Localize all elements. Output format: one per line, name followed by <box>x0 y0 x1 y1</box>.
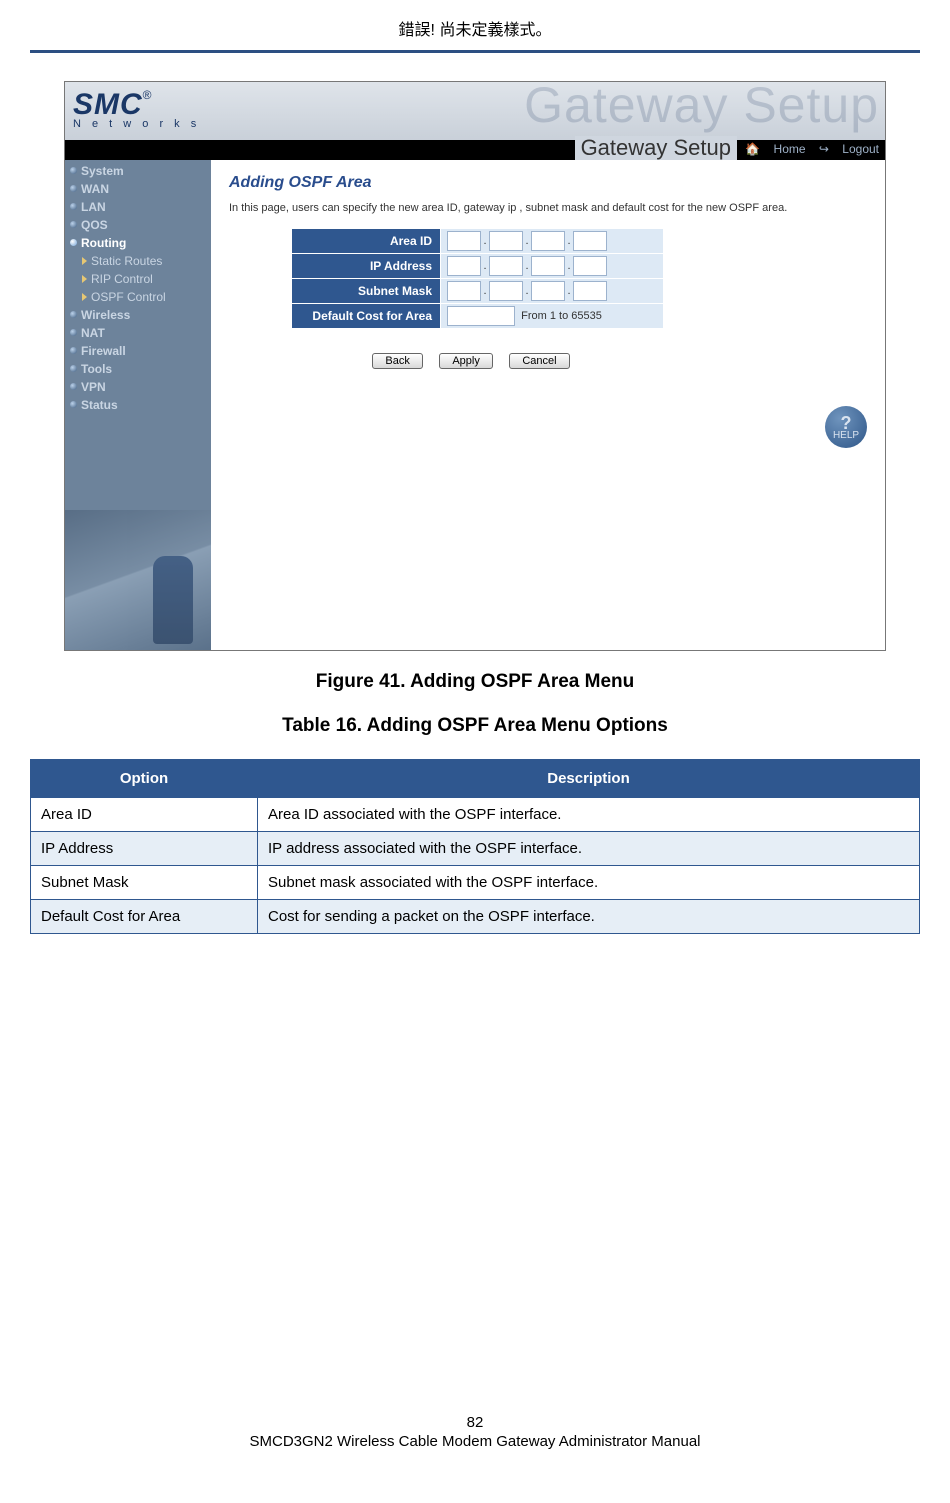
cost-hint-text: From 1 to 65535 <box>521 310 602 322</box>
table-row: Area ID Area ID associated with the OSPF… <box>31 798 920 832</box>
opt-cell: Default Cost for Area <box>31 900 258 934</box>
cancel-button[interactable]: Cancel <box>509 353 569 369</box>
apply-button[interactable]: Apply <box>439 353 493 369</box>
mask-octet-1[interactable] <box>447 281 481 301</box>
bullet-icon <box>70 401 77 408</box>
page-number: 82 <box>30 1414 920 1431</box>
triangle-icon <box>82 275 87 283</box>
home-link[interactable]: 🏠 Home <box>745 142 805 156</box>
gateway-setup-label: Gateway Setup <box>575 136 737 160</box>
question-mark-icon: ? <box>841 414 852 432</box>
area-id-octet-3[interactable] <box>531 231 565 251</box>
smc-logo: SMC® N e t w o r k s <box>73 88 200 130</box>
footer-text: SMCD3GN2 Wireless Cable Modem Gateway Ad… <box>30 1433 920 1450</box>
back-button[interactable]: Back <box>372 353 422 369</box>
logo-text: SMC <box>73 88 143 121</box>
area-id-octet-1[interactable] <box>447 231 481 251</box>
triangle-icon <box>82 257 87 265</box>
top-black-bar: Gateway Setup 🏠 Home ↪ Logout <box>65 140 885 160</box>
panel-intro-text: In this page, users can specify the new … <box>229 202 867 214</box>
sidebar-nav: System WAN LAN QOS Routing Static Routes… <box>65 160 211 650</box>
options-header-description: Description <box>258 760 920 798</box>
table-row: IP Address IP address associated with th… <box>31 832 920 866</box>
opt-cell: Area ID <box>31 798 258 832</box>
table-row: Subnet Mask Subnet mask associated with … <box>31 866 920 900</box>
sidebar-decorative-image <box>65 510 211 650</box>
figure-caption: Figure 41. Adding OSPF Area Menu <box>30 671 920 693</box>
panel-title: Adding OSPF Area <box>229 174 867 192</box>
options-table: Option Description Area ID Area ID assoc… <box>30 759 920 934</box>
bullet-icon <box>70 383 77 390</box>
desc-cell: Cost for sending a packet on the OSPF in… <box>258 900 920 934</box>
ip-octet-2[interactable] <box>489 256 523 276</box>
bullet-icon <box>70 185 77 192</box>
options-header-option: Option <box>31 760 258 798</box>
bullet-icon <box>70 365 77 372</box>
bullet-icon <box>70 239 77 246</box>
table-row: Default Cost for Area Cost for sending a… <box>31 900 920 934</box>
desc-cell: Subnet mask associated with the OSPF int… <box>258 866 920 900</box>
bullet-icon <box>70 329 77 336</box>
nav-item-status[interactable]: Status <box>65 396 211 414</box>
ip-octet-1[interactable] <box>447 256 481 276</box>
desc-cell: Area ID associated with the OSPF interfa… <box>258 798 920 832</box>
opt-cell: IP Address <box>31 832 258 866</box>
nav-item-routing[interactable]: Routing <box>65 234 211 252</box>
label-area-id: Area ID <box>292 229 441 254</box>
banner-ghost-title: Gateway Setup <box>524 82 879 134</box>
area-id-octet-2[interactable] <box>489 231 523 251</box>
logout-link[interactable]: ↪ Logout <box>819 142 879 156</box>
nav-item-ospf-control[interactable]: OSPF Control <box>65 288 211 306</box>
mask-octet-4[interactable] <box>573 281 607 301</box>
nav-item-qos[interactable]: QOS <box>65 216 211 234</box>
help-label: HELP <box>833 431 859 441</box>
ospf-form-table: Area ID ... IP Address ... Subnet Mask <box>291 228 664 329</box>
nav-item-tools[interactable]: Tools <box>65 360 211 378</box>
logo-registered: ® <box>143 88 152 102</box>
document-header-error: 錯誤! 尚未定義樣式。 <box>30 10 920 46</box>
person-silhouette <box>153 556 193 644</box>
screenshot-main-panel: Adding OSPF Area In this page, users can… <box>211 160 885 650</box>
header-rule <box>30 50 920 53</box>
label-subnet-mask: Subnet Mask <box>292 279 441 304</box>
ip-octet-4[interactable] <box>573 256 607 276</box>
bullet-icon <box>70 203 77 210</box>
screenshot-banner: SMC® N e t w o r k s Gateway Setup <box>65 82 885 140</box>
ip-octet-3[interactable] <box>531 256 565 276</box>
nav-item-system[interactable]: System <box>65 162 211 180</box>
nav-item-nat[interactable]: NAT <box>65 324 211 342</box>
nav-item-wan[interactable]: WAN <box>65 180 211 198</box>
area-id-octet-4[interactable] <box>573 231 607 251</box>
opt-cell: Subnet Mask <box>31 866 258 900</box>
bullet-icon <box>70 347 77 354</box>
nav-item-firewall[interactable]: Firewall <box>65 342 211 360</box>
bullet-icon <box>70 221 77 228</box>
nav-item-wireless[interactable]: Wireless <box>65 306 211 324</box>
help-badge[interactable]: ? HELP <box>825 406 867 448</box>
nav-item-rip-control[interactable]: RIP Control <box>65 270 211 288</box>
default-cost-input[interactable] <box>447 306 515 326</box>
bullet-icon <box>70 167 77 174</box>
screenshot-frame: SMC® N e t w o r k s Gateway Setup Gatew… <box>64 81 886 651</box>
nav-item-static-routes[interactable]: Static Routes <box>65 252 211 270</box>
table-caption: Table 16. Adding OSPF Area Menu Options <box>30 715 920 737</box>
nav-item-lan[interactable]: LAN <box>65 198 211 216</box>
label-default-cost: Default Cost for Area <box>292 304 441 329</box>
mask-octet-2[interactable] <box>489 281 523 301</box>
bullet-icon <box>70 311 77 318</box>
desc-cell: IP address associated with the OSPF inte… <box>258 832 920 866</box>
triangle-icon <box>82 293 87 301</box>
mask-octet-3[interactable] <box>531 281 565 301</box>
nav-item-vpn[interactable]: VPN <box>65 378 211 396</box>
logo-subtext: N e t w o r k s <box>73 118 200 130</box>
label-ip-address: IP Address <box>292 254 441 279</box>
